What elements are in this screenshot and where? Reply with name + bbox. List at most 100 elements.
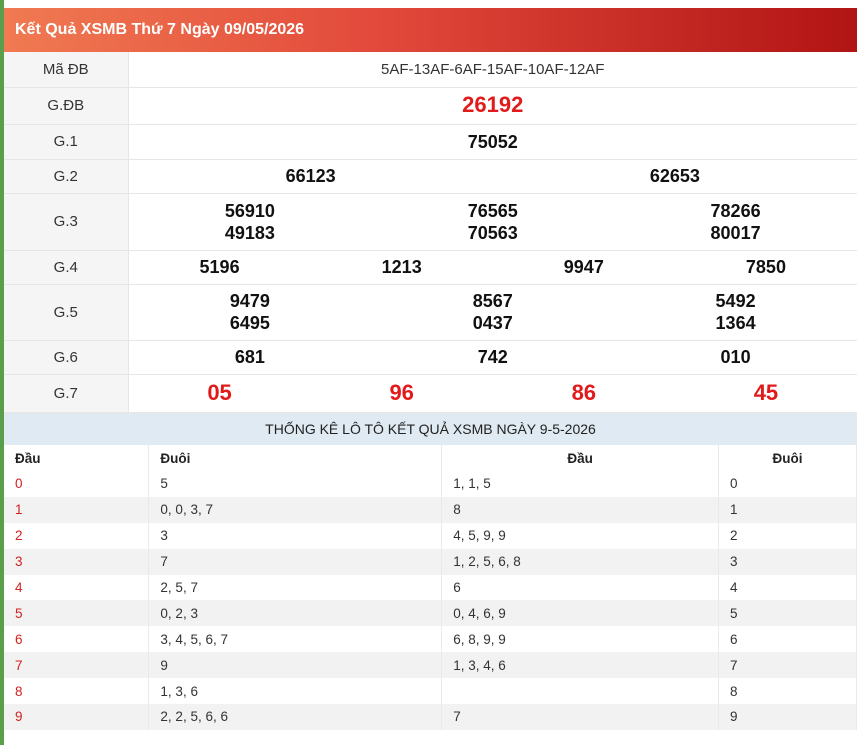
duoi-cell-2: 5 xyxy=(718,600,857,627)
duoi-cell: 2, 5, 7 xyxy=(148,574,443,601)
prize-number: 6495 xyxy=(229,313,270,333)
prize-number: 681 xyxy=(234,347,265,367)
duoi-cell-2: 4 xyxy=(718,574,857,601)
col-header-dau-2: Đầu xyxy=(441,445,720,471)
prize-number: 78266 xyxy=(710,200,761,221)
prize-number: 5196 xyxy=(199,257,240,277)
duoi-cell: 5 xyxy=(148,471,443,497)
duoi-cell: 2, 2, 5, 6, 6 xyxy=(148,704,443,730)
duoi-cell-2: 9 xyxy=(718,704,857,730)
dau-cell-2: 4, 5, 9, 9 xyxy=(441,522,720,549)
duoi-cell-2: 3 xyxy=(718,548,857,575)
prize-number: 5492 xyxy=(715,291,756,311)
prize-number: 742 xyxy=(477,347,508,367)
prize-number: 49183 xyxy=(224,222,275,243)
duoi-cell: 0, 2, 3 xyxy=(148,600,443,627)
prize-number: 66123 xyxy=(285,166,336,186)
table-row: 7 9 1, 3, 4, 67 xyxy=(4,652,857,679)
prize-number: 96 xyxy=(389,380,414,405)
prize-number: 1364 xyxy=(715,313,756,333)
dau-cell-2: 1, 2, 5, 6, 8 xyxy=(441,548,720,575)
prize-number: 76565 xyxy=(467,200,518,221)
prize-number: 62653 xyxy=(649,166,700,186)
dau-cell: 8 xyxy=(4,678,150,705)
table-row: 1 0, 0, 3, 781 xyxy=(4,496,857,523)
prize-number: 05 xyxy=(207,380,232,405)
prize-number: 9947 xyxy=(563,257,604,277)
dau-cell-2: 6, 8, 9, 9 xyxy=(441,626,720,653)
result-row-g5: G.5 9479 8567 5492 6495 0437 1364 xyxy=(4,284,857,341)
duoi-cell-2: 6 xyxy=(718,626,857,653)
duoi-cell-2: 2 xyxy=(718,522,857,549)
row-label: G.2 xyxy=(4,159,129,194)
duoi-cell-2: 1 xyxy=(718,496,857,523)
col-header-dau: Đầu xyxy=(4,445,150,471)
duoi-cell: 3 xyxy=(148,522,443,549)
duoi-cell-2: 8 xyxy=(718,678,857,705)
result-row-g7: G.7 05 96 86 45 xyxy=(4,374,857,413)
result-row-g2: G.2 66123 62653 xyxy=(4,159,857,194)
prize-number: 0437 xyxy=(472,313,513,333)
dau-cell-2: 7 xyxy=(441,704,720,730)
dau-cell: 6 xyxy=(4,626,150,653)
dau-cell-2: 8 xyxy=(441,496,720,523)
prize-number: 75052 xyxy=(467,131,518,152)
duoi-cell: 3, 4, 5, 6, 7 xyxy=(148,626,443,653)
table-row: 4 2, 5, 764 xyxy=(4,574,857,601)
dau-cell: 2 xyxy=(4,522,150,549)
result-row-g1: G.1 75052 xyxy=(4,124,857,160)
dau-cell-2: 1, 3, 4, 6 xyxy=(441,652,720,679)
prize-number: 8567 xyxy=(472,291,513,311)
col-header-duoi: Đuôi xyxy=(148,445,443,471)
table-row: 2 3 4, 5, 9, 92 xyxy=(4,522,857,549)
special-code: 5AF-13AF-6AF-15AF-10AF-12AF xyxy=(128,52,857,88)
prize-number: 9479 xyxy=(229,291,270,311)
special-prize-number: 26192 xyxy=(462,92,524,117)
stats-header-row: Đầu Đuôi Đầu Đuôi xyxy=(4,445,857,471)
dau-cell: 4 xyxy=(4,574,150,601)
table-row: 0 5 1, 1, 50 xyxy=(4,471,857,497)
prize-number: 45 xyxy=(753,380,779,405)
duoi-cell: 0, 0, 3, 7 xyxy=(148,496,443,523)
row-label: G.1 xyxy=(4,124,129,160)
duoi-cell: 1, 3, 6 xyxy=(148,678,443,705)
prize-number: 1213 xyxy=(381,257,422,277)
dau-cell-2 xyxy=(441,678,720,705)
table-row: 8 1, 3, 68 xyxy=(4,678,857,705)
row-label: G.ĐB xyxy=(4,87,129,125)
table-row: 6 3, 4, 5, 6, 7 6, 8, 9, 96 xyxy=(4,626,857,653)
prize-number: 7850 xyxy=(745,257,786,277)
result-row-gdb: G.ĐB 26192 xyxy=(4,87,857,125)
dau-cell-2: 6 xyxy=(441,574,720,601)
dau-cell: 1 xyxy=(4,496,150,523)
stats-title: THỐNG KÊ LÔ TÔ KẾT QUẢ XSMB NGÀY 9-5-202… xyxy=(4,413,857,445)
table-row: 5 0, 2, 3 0, 4, 6, 95 xyxy=(4,600,857,627)
dau-cell: 5 xyxy=(4,600,150,627)
result-row-madb: Mã ĐB 5AF-13AF-6AF-15AF-10AF-12AF xyxy=(4,52,857,88)
loto-stats-table: Đầu Đuôi Đầu Đuôi 0 5 1, 1, 5 0 1 0, 0, 3, 78… xyxy=(4,445,857,730)
dau-cell: 0 xyxy=(4,471,150,497)
prize-number: 80017 xyxy=(710,222,761,243)
results-table: Mã ĐB 5AF-13AF-6AF-15AF-10AF-12AF G.ĐB 2… xyxy=(4,52,857,413)
result-row-g3: G.3 56910 76565 78266 49183 70563 80017 xyxy=(4,193,857,251)
dau-cell: 9 xyxy=(4,704,150,730)
table-row: 3 7 1, 2, 5, 6, 83 xyxy=(4,548,857,575)
row-label: G.4 xyxy=(4,250,129,285)
prize-number: 010 xyxy=(720,347,751,367)
row-label: G.6 xyxy=(4,340,129,375)
duoi-cell-2: 7 xyxy=(718,652,857,679)
row-label: G.7 xyxy=(4,374,129,413)
result-row-g6: G.6 681 742 010 xyxy=(4,340,857,375)
prize-number: 86 xyxy=(571,380,597,405)
dau-cell: 7 xyxy=(4,652,150,679)
col-header-duoi-2: Đuôi xyxy=(718,445,857,471)
dau-cell: 3 xyxy=(4,548,150,575)
table-row: 9 2, 2, 5, 6, 679 xyxy=(4,704,857,730)
duoi-cell: 9 xyxy=(148,652,443,679)
row-label: Mã ĐB xyxy=(4,52,129,88)
dau-cell-2: 1, 1, 5 xyxy=(441,471,720,497)
duoi-cell: 7 xyxy=(148,548,443,575)
result-row-g4: G.4 5196 1213 9947 7850 xyxy=(4,250,857,285)
duoi-cell-2: 0 xyxy=(718,471,857,497)
prize-number: 56910 xyxy=(224,200,275,221)
